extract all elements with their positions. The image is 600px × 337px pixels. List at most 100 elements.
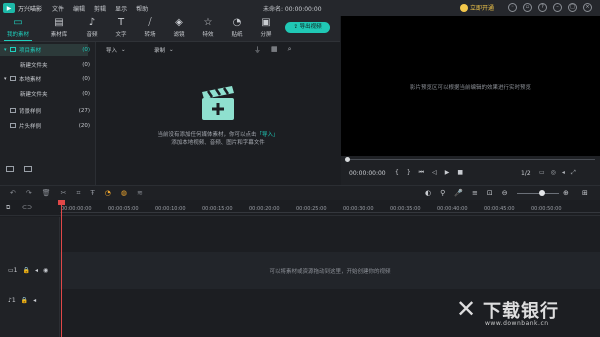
zoom-out-icon[interactable]: ⊖ (502, 189, 508, 197)
app-logo-icon: ▶ (3, 3, 15, 13)
tab-split-screen[interactable]: ▣ 分屏 (252, 17, 280, 41)
menu-help[interactable]: 帮助 (136, 4, 148, 13)
vip-button[interactable]: 立即开通 (460, 3, 494, 12)
playback-bar: 00:00:00:00 { } ⏮ ◁ ▶ ■ 1/2 ▭ ◎ ◂ ⤢ (341, 156, 600, 185)
lock-icon[interactable]: 🔒 (23, 267, 30, 274)
user-icon[interactable]: ◦ (508, 3, 517, 12)
add-track-icon[interactable]: ⧉ (6, 204, 10, 212)
speaker-icon[interactable]: ◂ (33, 297, 36, 304)
link-icon[interactable]: ⊂⊃ (22, 204, 32, 211)
mixer-icon[interactable]: ≡ (472, 189, 478, 197)
menu-edit[interactable]: 编辑 (73, 4, 85, 13)
audio-wave-icon[interactable]: ≋ (137, 189, 143, 198)
open-folder-icon[interactable] (24, 166, 32, 172)
color-icon[interactable]: ◍ (121, 189, 127, 198)
ruler-tick: 00:00:10:00 (155, 206, 186, 212)
tab-transition[interactable]: ⧸ 转场 (136, 17, 164, 41)
fullscreen-icon[interactable]: ⤢ (571, 169, 576, 177)
minimize-icon[interactable]: – (553, 3, 562, 12)
maximize-icon[interactable]: □ (568, 3, 577, 12)
text-tool-icon[interactable]: Ŧ (90, 189, 94, 198)
pip-icon[interactable]: ⊡ (487, 189, 493, 197)
grid-view-icon[interactable]: ▦ (271, 45, 278, 55)
library-item-intro-samples[interactable]: 片头样例 (20) (4, 120, 90, 131)
speed-icon[interactable]: ◔ (105, 189, 111, 198)
zoom-handle[interactable] (539, 190, 545, 196)
snapshot-icon[interactable]: ◎ (551, 169, 556, 177)
speaker-icon[interactable]: ◂ (35, 267, 38, 274)
tab-effect[interactable]: ☆ 特效 (194, 17, 222, 41)
tab-filter[interactable]: ◈ 滤镜 (165, 17, 193, 41)
empty-track-area (0, 217, 600, 252)
preview-quality[interactable]: 1/2 (521, 170, 531, 177)
mark-out-icon[interactable]: } (407, 169, 411, 177)
search-icon[interactable]: ⌕ (288, 45, 292, 55)
close-icon[interactable]: × (583, 3, 592, 12)
preview-hint: 影片预览区可以根据当前编辑的效果进行实时预览 (409, 85, 531, 91)
library-item-project-media[interactable]: ▾ 项目素材 (0) (4, 44, 90, 55)
tab-stock-library[interactable]: ▤ 素材库 (45, 17, 73, 41)
library-item-new-folder-2[interactable]: 新建文件夹 (0) (20, 88, 90, 99)
ruler-tick: 00:00:25:00 (296, 206, 327, 212)
folder-icon (10, 108, 16, 113)
stop-icon[interactable]: ■ (457, 169, 463, 177)
library-item-local-media[interactable]: ▾ 本地素材 (0) (4, 73, 90, 84)
edit-toolbar: ↶ ↷ 🗑 ✂ ⌗ Ŧ ◔ ◍ ≋ ◐ ⚲ 🎤 ≡ ⊡ ⊖ ⊕ ⊞ (0, 185, 600, 200)
edit-tools-left: ↶ ↷ 🗑 ✂ ⌗ Ŧ ◔ ◍ ≋ (10, 189, 143, 198)
export-video-button[interactable]: ⇪ 导出视频 (285, 22, 330, 33)
undo-icon[interactable]: ↶ (10, 189, 16, 198)
volume-icon[interactable]: ◂ (562, 169, 565, 177)
prev-frame-icon[interactable]: ⏮ (419, 169, 424, 177)
step-back-icon[interactable]: ◁ (432, 169, 437, 177)
redo-icon[interactable]: ↷ (26, 189, 32, 198)
menu-view[interactable]: 显示 (115, 4, 127, 13)
render-icon[interactable]: ◐ (425, 189, 431, 197)
playback-controls: { } ⏮ ◁ ▶ ■ (395, 169, 463, 177)
ruler-tick: 00:00:20:00 (249, 206, 280, 212)
library-item-new-folder-1[interactable]: 新建文件夹 (0) (20, 59, 90, 70)
window-controls: ◦ ▫ ? – □ × (508, 3, 592, 12)
marker-icon[interactable]: ⚲ (440, 189, 445, 197)
new-folder-icon[interactable] (6, 166, 14, 172)
vip-label: 立即开通 (470, 5, 495, 12)
import-dropdown[interactable]: 导入 ⌄ (106, 45, 126, 55)
zoom-slider[interactable] (517, 190, 559, 196)
menu-file[interactable]: 文件 (52, 4, 64, 13)
split-icon[interactable]: ✂ (61, 189, 67, 198)
filter-funnel-icon[interactable]: ⏚ (254, 45, 261, 55)
tab-my-media[interactable]: ▭ 我的素材 (4, 17, 32, 41)
video-track[interactable]: ▭1 🔒 ◂ ◉ 可以将素材或资源拖动到这里，开始创建你的视频 (0, 252, 600, 289)
record-dropdown[interactable]: 录制 ⌄ (154, 45, 174, 55)
split-screen-icon: ▣ (261, 17, 271, 28)
chevron-down-icon: ⌄ (121, 47, 126, 53)
ruler-tick: 00:00:45:00 (484, 206, 515, 212)
ruler-tick: 00:00:35:00 (390, 206, 421, 212)
lock-icon[interactable]: 🔒 (21, 297, 28, 304)
display-icon[interactable]: ▭ (539, 169, 545, 177)
mic-icon[interactable]: 🎤 (454, 189, 463, 197)
scrub-handle[interactable] (345, 157, 350, 162)
gift-icon[interactable]: ▫ (523, 3, 532, 12)
tab-audio[interactable]: ♪ 音频 (78, 17, 106, 41)
tab-sticker[interactable]: ◔ 贴纸 (223, 17, 251, 41)
delete-icon[interactable]: 🗑 (42, 189, 51, 198)
scrub-bar[interactable] (347, 159, 595, 160)
timeline-ruler[interactable]: ⧉ ⊂⊃ 00:00:00:00 00:00:05:00 00:00:10:00… (0, 200, 600, 216)
tab-text[interactable]: T 文字 (107, 17, 135, 41)
playhead[interactable] (61, 203, 62, 337)
import-link[interactable]: 「导入」 (257, 132, 279, 138)
fit-timeline-icon[interactable]: ⊞ (582, 189, 588, 197)
help-icon[interactable]: ? (538, 3, 547, 12)
mark-in-icon[interactable]: { (395, 169, 399, 177)
media-view-tools: ⏚ ▦ ⌕ (254, 45, 292, 55)
library-footer (6, 166, 32, 172)
menu-clip[interactable]: 剪辑 (94, 4, 106, 13)
transition-icon: ⧸ (148, 17, 152, 28)
eye-icon[interactable]: ◉ (43, 267, 48, 274)
preview-panel: 影片预览区可以根据当前编辑的效果进行实时预览 (341, 16, 600, 156)
crop-icon[interactable]: ⌗ (77, 189, 81, 198)
library-item-background-samples[interactable]: 背景样例 (27) (4, 105, 90, 116)
zoom-in-icon[interactable]: ⊕ (563, 189, 569, 197)
play-icon[interactable]: ▶ (445, 169, 450, 177)
sticker-icon: ◔ (232, 17, 242, 28)
